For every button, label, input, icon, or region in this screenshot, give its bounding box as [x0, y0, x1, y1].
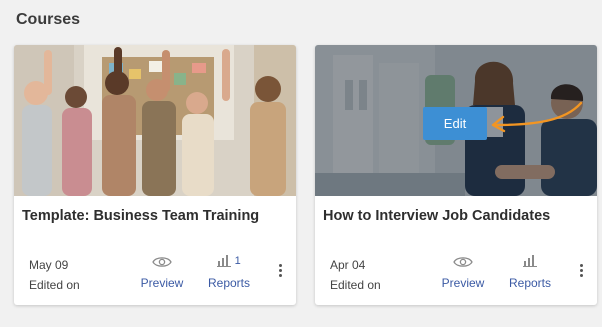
edited-label: Edited on [330, 278, 381, 292]
course-thumbnail-image[interactable] [14, 45, 296, 196]
course-card[interactable]: Template: Business Team Training May 09 … [14, 45, 296, 305]
course-title[interactable]: Template: Business Team Training [22, 208, 290, 224]
arrow-icon [491, 101, 583, 133]
edited-label: Edited on [29, 278, 80, 292]
reports-button[interactable]: Reports [500, 255, 560, 290]
edited-date: May 09 [29, 258, 69, 272]
more-options-icon[interactable] [575, 264, 587, 282]
reports-label: Reports [207, 276, 251, 290]
reports-button[interactable]: 1 Reports [199, 255, 259, 290]
edit-button[interactable]: Edit [423, 107, 487, 140]
preview-label: Preview [441, 276, 485, 290]
reports-count: 1 [234, 255, 241, 267]
eye-icon [433, 255, 493, 271]
preview-button[interactable]: Preview [433, 255, 493, 290]
bar-chart-icon: 1 [199, 255, 259, 271]
page-title: Courses [16, 11, 81, 28]
preview-button[interactable]: Preview [132, 255, 192, 290]
course-card[interactable]: Edit How to Interview Job Candidates Apr… [315, 45, 597, 305]
preview-label: Preview [140, 276, 184, 290]
edited-date: Apr 04 [330, 258, 366, 272]
reports-label: Reports [508, 276, 552, 290]
bar-chart-icon [500, 255, 560, 271]
course-title[interactable]: How to Interview Job Candidates [323, 208, 591, 224]
eye-icon [132, 255, 192, 271]
more-options-icon[interactable] [274, 264, 286, 282]
